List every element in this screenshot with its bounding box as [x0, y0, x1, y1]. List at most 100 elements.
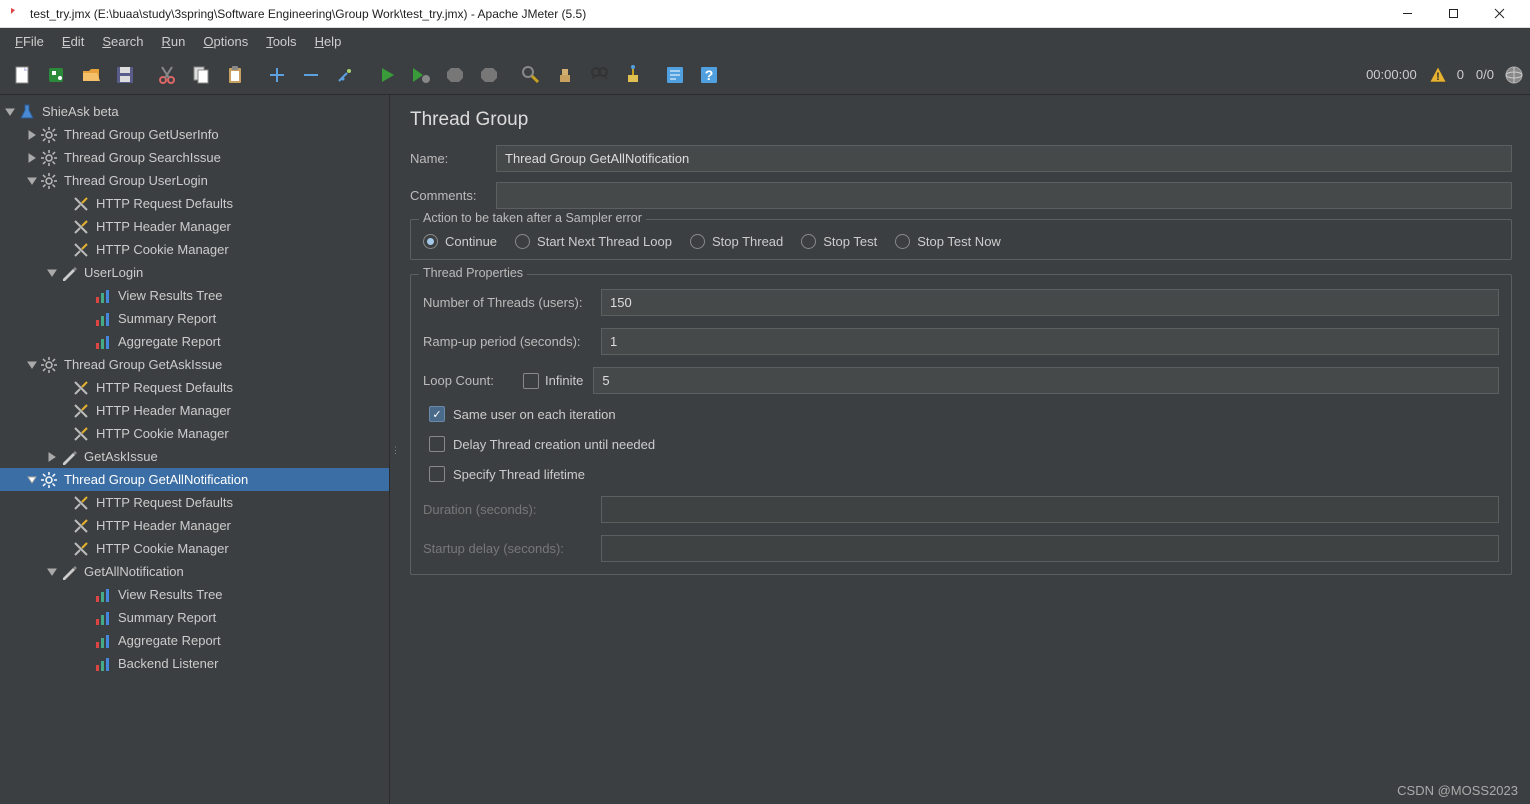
- tree-node-config[interactable]: HTTP Header Manager: [0, 514, 389, 537]
- tree-label: HTTP Header Manager: [96, 403, 231, 418]
- same-user-checkbox[interactable]: Same user on each iteration: [429, 406, 1499, 422]
- svg-text:?: ?: [705, 67, 714, 83]
- tree-label: HTTP Cookie Manager: [96, 426, 229, 441]
- duration-field: [601, 496, 1499, 523]
- menu-file[interactable]: FFileFile: [6, 32, 53, 51]
- menu-options[interactable]: Options: [194, 32, 257, 51]
- window-title: test_try.jmx (E:\buaa\study\3spring\Soft…: [30, 7, 586, 21]
- tree-label: Backend Listener: [118, 656, 218, 671]
- radio-label: Continue: [445, 234, 497, 249]
- tree-label: ShieAsk beta: [42, 104, 119, 119]
- menu-edit[interactable]: Edit: [53, 32, 93, 51]
- radio-stop-test-now[interactable]: Stop Test Now: [895, 234, 1001, 249]
- fieldset-legend: Action to be taken after a Sampler error: [419, 211, 646, 225]
- num-threads-field[interactable]: [601, 289, 1499, 316]
- toolbar-reset-search-button[interactable]: [619, 61, 647, 89]
- tree-label: Thread Group UserLogin: [64, 173, 208, 188]
- close-button[interactable]: [1476, 0, 1522, 28]
- name-field[interactable]: [496, 145, 1512, 172]
- expand-icon[interactable]: [26, 359, 38, 371]
- menu-help[interactable]: Help: [306, 32, 351, 51]
- tree-node-thread-group[interactable]: Thread Group GetAskIssue: [0, 353, 389, 376]
- tree-label: HTTP Request Defaults: [96, 495, 233, 510]
- toolbar-templates-button[interactable]: [43, 61, 71, 89]
- toolbar-search-button[interactable]: [585, 61, 613, 89]
- toolbar-save-button[interactable]: [111, 61, 139, 89]
- maximize-button[interactable]: [1430, 0, 1476, 28]
- tree-node-config[interactable]: HTTP Header Manager: [0, 399, 389, 422]
- loop-infinite-checkbox[interactable]: Infinite: [523, 373, 583, 389]
- toolbar-start-button[interactable]: [373, 61, 401, 89]
- expand-icon[interactable]: [26, 175, 38, 187]
- collapse-icon[interactable]: [26, 129, 38, 141]
- tree-node-listener[interactable]: Summary Report: [0, 307, 389, 330]
- menu-run[interactable]: Run: [153, 32, 195, 51]
- menu-tools[interactable]: Tools: [257, 32, 305, 51]
- toolbar-copy-button[interactable]: [187, 61, 215, 89]
- tree-node-listener[interactable]: Summary Report: [0, 606, 389, 629]
- toolbar-stop-button[interactable]: [441, 61, 469, 89]
- toolbar-help-button[interactable]: ?: [695, 61, 723, 89]
- tree-node-sampler[interactable]: GetAllNotification: [0, 560, 389, 583]
- toolbar-function-helper-button[interactable]: [661, 61, 689, 89]
- expand-icon[interactable]: [26, 474, 38, 486]
- tree-node-listener[interactable]: Backend Listener: [0, 652, 389, 675]
- toolbar-clear-button[interactable]: [517, 61, 545, 89]
- loop-count-field[interactable]: [593, 367, 1499, 394]
- tree-node-sampler[interactable]: GetAskIssue: [0, 445, 389, 468]
- tree-node-config[interactable]: HTTP Request Defaults: [0, 192, 389, 215]
- collapse-icon[interactable]: [26, 152, 38, 164]
- splitter[interactable]: ⋮: [390, 95, 396, 804]
- tree-node-config[interactable]: HTTP Request Defaults: [0, 491, 389, 514]
- tree-node-thread-group[interactable]: Thread Group SearchIssue: [0, 146, 389, 169]
- radio-label: Start Next Thread Loop: [537, 234, 672, 249]
- tree-node-listener[interactable]: View Results Tree: [0, 583, 389, 606]
- toolbar-expand-button[interactable]: [263, 61, 291, 89]
- chart-icon: [94, 655, 112, 673]
- toolbar-open-button[interactable]: [77, 61, 105, 89]
- startup-delay-label: Startup delay (seconds):: [423, 541, 601, 556]
- tree-node-thread-group[interactable]: Thread Group UserLogin: [0, 169, 389, 192]
- tree-node-config[interactable]: HTTP Cookie Manager: [0, 537, 389, 560]
- toolbar-new-button[interactable]: [9, 61, 37, 89]
- toolbar-thread-ratio: 0/0: [1476, 67, 1494, 82]
- expand-icon[interactable]: [4, 106, 16, 118]
- warning-icon[interactable]: !: [1429, 66, 1447, 84]
- toolbar-collapse-button[interactable]: [297, 61, 325, 89]
- tree-node-listener[interactable]: Aggregate Report: [0, 330, 389, 353]
- expand-icon[interactable]: [46, 267, 58, 279]
- tree-node-config[interactable]: HTTP Header Manager: [0, 215, 389, 238]
- toolbar-clear-all-button[interactable]: [551, 61, 579, 89]
- tree-node-listener[interactable]: Aggregate Report: [0, 629, 389, 652]
- menu-search[interactable]: Search: [93, 32, 152, 51]
- tree-node-config[interactable]: HTTP Cookie Manager: [0, 238, 389, 261]
- radio-stop-test[interactable]: Stop Test: [801, 234, 877, 249]
- tree-node-sampler[interactable]: UserLogin: [0, 261, 389, 284]
- wrench-cross-icon: [72, 540, 90, 558]
- wrench-cross-icon: [72, 218, 90, 236]
- toolbar-toggle-button[interactable]: [331, 61, 359, 89]
- toolbar-start-no-pause-button[interactable]: [407, 61, 435, 89]
- tree-node-thread-group[interactable]: Thread Group GetUserInfo: [0, 123, 389, 146]
- radio-start-next[interactable]: Start Next Thread Loop: [515, 234, 672, 249]
- tree-node-listener[interactable]: View Results Tree: [0, 284, 389, 307]
- radio-stop-thread[interactable]: Stop Thread: [690, 234, 783, 249]
- tree-label: GetAskIssue: [84, 449, 158, 464]
- minimize-button[interactable]: [1384, 0, 1430, 28]
- toolbar-shutdown-button[interactable]: [475, 61, 503, 89]
- tree-label: Summary Report: [118, 610, 216, 625]
- radio-continue[interactable]: Continue: [423, 234, 497, 249]
- specify-lifetime-checkbox[interactable]: Specify Thread lifetime: [429, 466, 1499, 482]
- tree-node-thread-group-selected[interactable]: Thread Group GetAllNotification: [0, 468, 389, 491]
- tree-pane[interactable]: ShieAsk beta Thread Group GetUserInfo Th…: [0, 95, 390, 804]
- tree-node-root[interactable]: ShieAsk beta: [0, 100, 389, 123]
- toolbar-cut-button[interactable]: [153, 61, 181, 89]
- toolbar-paste-button[interactable]: [221, 61, 249, 89]
- rampup-field[interactable]: [601, 328, 1499, 355]
- tree-node-config[interactable]: HTTP Cookie Manager: [0, 422, 389, 445]
- comments-field[interactable]: [496, 182, 1512, 209]
- delay-thread-checkbox[interactable]: Delay Thread creation until needed: [429, 436, 1499, 452]
- expand-icon[interactable]: [46, 566, 58, 578]
- collapse-icon[interactable]: [46, 451, 58, 463]
- tree-node-config[interactable]: HTTP Request Defaults: [0, 376, 389, 399]
